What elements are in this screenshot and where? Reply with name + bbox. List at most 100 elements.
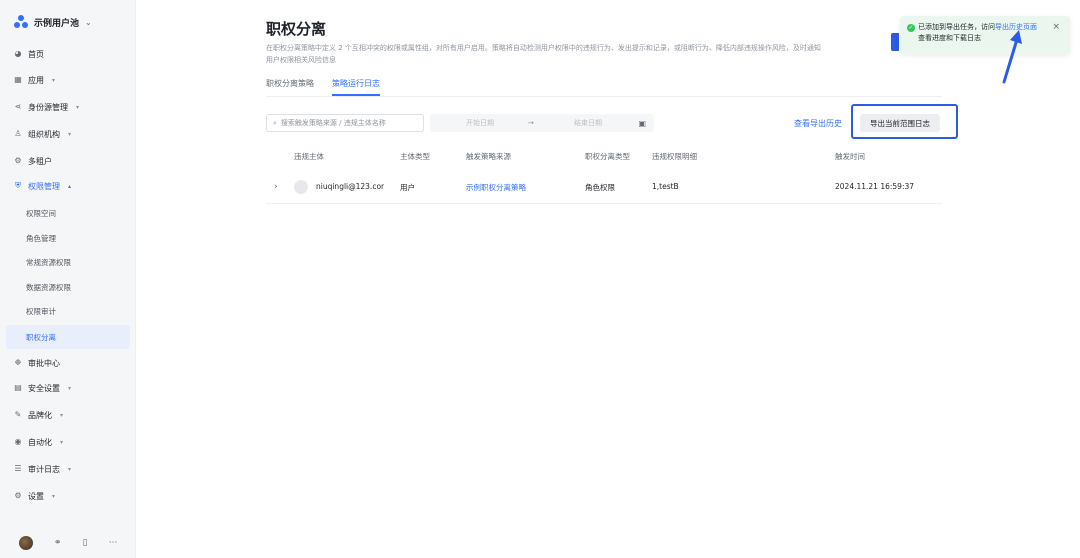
col-violation-detail: 违规权限明细 [652, 152, 697, 161]
shield-icon: ⛨ [15, 181, 21, 190]
toast-line2: 查看进度和下载日志 [918, 34, 981, 42]
share-icon: ⋖ [14, 102, 22, 111]
sidebar-item-automation[interactable]: ◉ 自动化 ▾ [14, 432, 64, 452]
sidebar-item-branding[interactable]: ✎ 品牌化 ▾ [14, 405, 63, 425]
page-title: 职权分离 [266, 20, 327, 38]
sidebar-item-audit-log[interactable]: ☰ 审计日志 ▾ [14, 459, 71, 479]
chevron-down-icon: ▾ [76, 103, 80, 111]
sidebar-item-organization[interactable]: ♙ 组织机构 ▾ [14, 124, 71, 144]
sidebar-subitem-label: 角色管理 [26, 233, 56, 243]
export-logs-button[interactable]: 导出当前范围日志 [860, 114, 940, 132]
sidebar-subitem-permission-space[interactable]: 权限空间 [26, 204, 56, 222]
trigger-time: 2024.11.21 16:59:37 [835, 182, 915, 191]
chevron-down-icon: ▾ [68, 384, 72, 392]
sidebar-item-label: 应用 [28, 75, 44, 85]
sidebar-footer: ⚭ ▯ ··· [0, 528, 136, 558]
log-icon: ☰ [14, 464, 22, 473]
sidebar-item-apps[interactable]: ▦ 应用 ▾ [14, 70, 55, 90]
automation-icon: ◉ [14, 437, 22, 446]
view-export-history-link[interactable]: 查看导出历史 [794, 118, 842, 129]
chevron-down-icon: ⌄ [85, 17, 92, 27]
success-toast: ✓ 已添加到导出任务，访问导出历史页面 查看进度和下载日志 × [900, 16, 1070, 54]
sidebar-subitem-label: 权限空间 [26, 208, 56, 218]
chevron-up-icon: ▴ [68, 182, 72, 190]
chevron-down-icon: ▾ [60, 438, 64, 446]
end-date-field[interactable]: 结束日期 [574, 118, 602, 128]
sidebar-subitem-label: 数据资源权限 [26, 282, 71, 292]
chevron-down-icon: ▾ [52, 492, 56, 500]
sidebar-subitem-data-resource[interactable]: 数据资源权限 [26, 278, 71, 296]
chevron-down-icon: ▾ [60, 411, 64, 419]
sidebar-item-identity-source[interactable]: ⋖ 身份源管理 ▾ [14, 97, 79, 117]
tab-policy-run-logs[interactable]: 策略运行日志 [332, 78, 380, 96]
sidebar-item-label: 首页 [28, 49, 44, 59]
background-button-edge [891, 33, 899, 51]
sidebar-item-label: 自动化 [28, 437, 52, 447]
calendar-icon[interactable]: ▣ [638, 119, 646, 128]
tab-divider [266, 96, 942, 97]
subject-type: 用户 [400, 183, 415, 192]
sidebar-item-label: 组织机构 [28, 129, 60, 139]
apps-icon: ▦ [14, 75, 22, 84]
annotation-arrow [1002, 30, 1022, 84]
brush-icon: ✎ [14, 410, 22, 419]
sidebar-subitem-label: 权限审计 [26, 306, 56, 316]
date-range-arrow: → [528, 119, 534, 127]
more-icon[interactable]: ··· [109, 538, 118, 548]
user-pool-name: 示例用户池 [34, 18, 80, 29]
sod-type: 角色权限 [585, 183, 615, 192]
trigger-source-link[interactable]: 示例职权分离策略 [466, 182, 526, 193]
sidebar-item-label: 多租户 [28, 156, 52, 166]
search-icon: ⌕ [273, 118, 277, 127]
chevron-down-icon: ▾ [68, 130, 72, 138]
chevron-down-icon: ▾ [68, 465, 72, 473]
sidebar-item-label: 品牌化 [28, 410, 52, 420]
link-icon[interactable]: ⚭ [54, 538, 62, 548]
sidebar-item-label: 安全设置 [28, 383, 60, 393]
toast-text: 已添加到导出任务，访问 [918, 23, 995, 31]
col-trigger-time: 触发时间 [835, 152, 865, 161]
sidebar-item-multi-tenant[interactable]: ⚙ 多租户 [14, 151, 52, 171]
tab-bar: 职权分离策略 策略运行日志 [266, 78, 380, 96]
page-description: 在职权分离策略中定义 2 个互相冲突的权限或属性组，对所有用户启用。策略将自动检… [266, 44, 821, 64]
expand-row-icon[interactable]: › [274, 182, 278, 192]
sidebar-subitem-general-resource[interactable]: 常规资源权限 [26, 253, 71, 271]
sidebar-item-home[interactable]: ◕ 首页 [14, 44, 45, 64]
brand-logo [14, 15, 28, 29]
tenant-icon: ⚙ [14, 156, 22, 165]
home-icon: ◕ [14, 49, 22, 58]
sidebar-item-security[interactable]: ▤ 安全设置 ▾ [14, 378, 71, 398]
date-range-picker[interactable]: 开始日期 → 结束日期 ▣ [430, 114, 654, 132]
table-header: 违规主体 主体类型 触发策略来源 职权分离类型 违规权限明细 触发时间 [136, 151, 1080, 163]
col-sod-type: 职权分离类型 [585, 152, 630, 161]
gear-icon: ⚙ [14, 491, 22, 500]
col-subject-type: 主体类型 [400, 152, 430, 161]
col-trigger-source: 触发策略来源 [466, 152, 511, 161]
approval-icon: ❉ [14, 358, 22, 367]
sidebar-item-permissions[interactable]: ⛨ 权限管理 ▴ [14, 176, 71, 196]
search-placeholder: 搜索触发策略来源 / 违规主体名称 [280, 119, 386, 127]
subject-name: niuqingli@123.cor [316, 182, 385, 191]
success-check-icon: ✓ [907, 24, 915, 32]
sidebar-item-approval[interactable]: ❉ 审批中心 [14, 353, 60, 373]
table-row[interactable]: › niuqingli@123.cor 用户 示例职权分离策略 角色权限 1,t… [136, 178, 1080, 198]
lock-icon: ▤ [14, 383, 22, 392]
sidebar-subitem-role-management[interactable]: 角色管理 [26, 229, 56, 247]
main-content: 职权分离 在职权分离策略中定义 2 个互相冲突的权限或属性组，对所有用户启用。策… [136, 0, 1080, 558]
sidebar-subitem-label: 职权分离 [26, 332, 56, 342]
book-icon[interactable]: ▯ [83, 538, 88, 548]
sidebar-item-label: 身份源管理 [28, 102, 68, 112]
sidebar-item-settings[interactable]: ⚙ 设置 ▾ [14, 486, 55, 506]
avatar[interactable] [18, 536, 33, 550]
violation-detail: 1,testB [652, 182, 679, 191]
col-subject: 违规主体 [294, 152, 324, 161]
tab-sod-policies[interactable]: 职权分离策略 [266, 78, 314, 96]
sidebar-item-label: 权限管理 [28, 181, 60, 191]
close-icon[interactable]: × [1052, 22, 1060, 33]
sidebar-subitem-sod[interactable]: 职权分离 [26, 328, 56, 346]
sidebar-item-label: 审批中心 [28, 358, 60, 368]
user-pool-selector[interactable]: 示例用户池 ⌄ [14, 13, 92, 31]
search-input[interactable]: ⌕ 搜索触发策略来源 / 违规主体名称 [266, 114, 424, 132]
start-date-field[interactable]: 开始日期 [466, 118, 494, 128]
sidebar-subitem-permission-audit[interactable]: 权限审计 [26, 302, 56, 320]
